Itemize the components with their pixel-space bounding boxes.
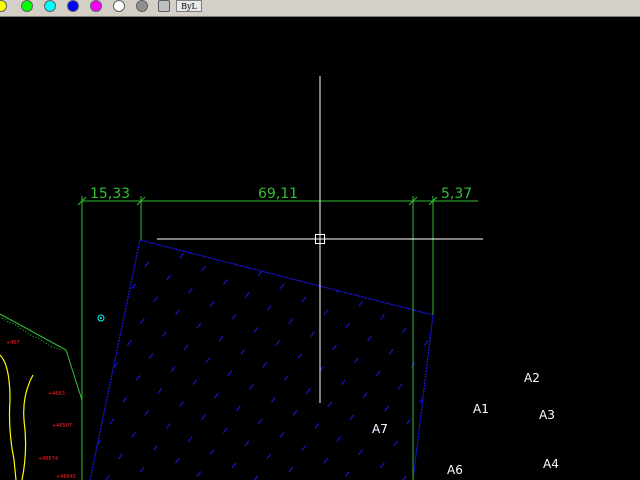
color-swatch-magenta[interactable] [90, 0, 102, 12]
color-swatch-gray[interactable] [136, 0, 148, 12]
contour-lines [0, 354, 34, 480]
elevation-text: +46507 [52, 423, 72, 429]
drawing-svg[interactable]: 15,33 69,11 5,37 +467 +4663 +46507 +4657… [0, 17, 640, 480]
elevation-text: +46645 [56, 474, 76, 480]
color-swatch-blue[interactable] [67, 0, 79, 12]
point-label: A2 [524, 371, 540, 385]
survey-point-icon[interactable] [97, 314, 105, 322]
drawing-canvas[interactable]: 15,33 69,11 5,37 +467 +4663 +46507 +4657… [0, 17, 640, 480]
point-label: A1 [473, 402, 489, 416]
hatched-parcel [89, 239, 434, 480]
point-label: A6 [447, 463, 463, 477]
point-label: A4 [543, 457, 559, 471]
point-label: A3 [539, 408, 555, 422]
dimension-text: 69,11 [258, 186, 298, 202]
color-swatch-white[interactable] [113, 0, 125, 12]
elevation-text: +46574 [38, 456, 58, 462]
color-swatch-light-gray[interactable] [158, 0, 170, 12]
color-toolbar: ByL [0, 0, 640, 17]
elevation-text: +4663 [48, 391, 65, 397]
color-swatch-green[interactable] [21, 0, 33, 12]
elevation-text: +467 [6, 340, 20, 346]
bylayer-dropdown[interactable]: ByL [176, 0, 202, 12]
dimension-text: 5,37 [441, 186, 472, 202]
boundary-line [0, 313, 83, 401]
elevation-labels: +467 +4663 +46507 +46574 +46645 [6, 340, 76, 480]
dimension-text: 15,33 [90, 186, 130, 202]
color-swatch-cyan[interactable] [44, 0, 56, 12]
point-label: A7 [372, 422, 388, 436]
color-swatch-yellow[interactable] [0, 0, 7, 12]
